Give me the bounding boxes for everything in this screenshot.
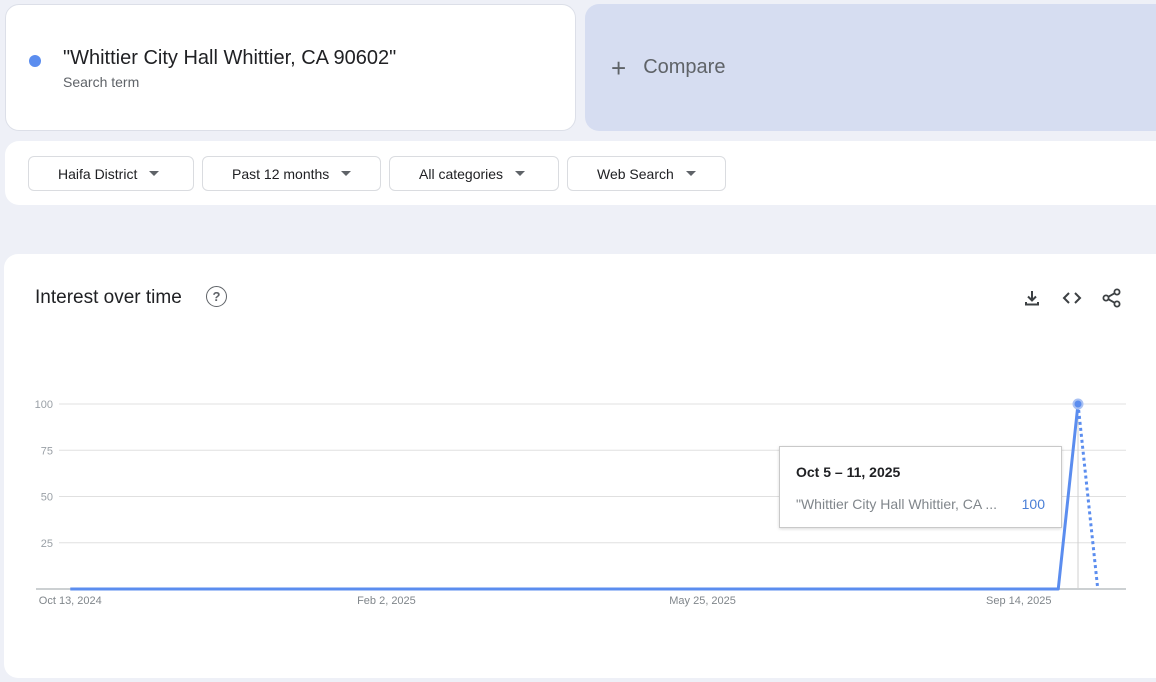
category-filter-dropdown[interactable]: All categories xyxy=(389,156,559,191)
caret-down-icon xyxy=(515,171,526,176)
plus-icon: + xyxy=(611,52,627,83)
caret-down-icon xyxy=(685,171,696,176)
x-tick-label: Feb 2, 2025 xyxy=(357,595,416,607)
series-color-dot xyxy=(29,55,41,67)
y-tick-label: 50 xyxy=(41,492,53,504)
search-term-subtitle: Search term xyxy=(63,74,140,90)
x-tick-label: May 25, 2025 xyxy=(669,595,736,607)
time-filter-dropdown[interactable]: Past 12 months xyxy=(202,156,381,191)
section-divider xyxy=(0,205,1156,228)
search-type-filter-label: Web Search xyxy=(597,165,674,182)
interest-over-time-card: Interest over time ? 100 75 50 25 Oct 13, 20… xyxy=(4,254,1156,678)
tooltip-date: Oct 5 – 11, 2025 xyxy=(796,464,901,480)
region-filter-dropdown[interactable]: Haifa District xyxy=(28,156,194,191)
data-point-peak[interactable] xyxy=(1072,398,1084,410)
search-term-card[interactable]: "Whittier City Hall Whittier, CA 90602" … xyxy=(5,4,576,131)
chart-tooltip: Oct 5 – 11, 2025 "Whittier City Hall Whi… xyxy=(779,446,1062,528)
filter-bar: Haifa District Past 12 months All catego… xyxy=(5,141,1156,205)
search-term-title: "Whittier City Hall Whittier, CA 90602" xyxy=(63,47,397,69)
region-filter-label: Haifa District xyxy=(58,165,138,182)
compare-label: Compare xyxy=(643,56,726,78)
tooltip-term: "Whittier City Hall Whittier, CA ... xyxy=(796,496,996,512)
x-tick-label: Sep 14, 2025 xyxy=(986,595,1051,607)
caret-down-icon xyxy=(149,171,160,176)
tooltip-value: 100 xyxy=(1021,496,1045,512)
caret-down-icon xyxy=(341,171,352,176)
y-tick-label: 75 xyxy=(41,445,53,457)
y-tick-label: 25 xyxy=(41,538,53,550)
search-type-filter-dropdown[interactable]: Web Search xyxy=(567,156,726,191)
x-tick-label: Oct 13, 2024 xyxy=(39,595,102,607)
compare-button[interactable]: + Compare xyxy=(585,4,1156,131)
time-filter-label: Past 12 months xyxy=(232,165,330,182)
y-tick-label: 100 xyxy=(35,399,53,411)
category-filter-label: All categories xyxy=(419,165,504,182)
